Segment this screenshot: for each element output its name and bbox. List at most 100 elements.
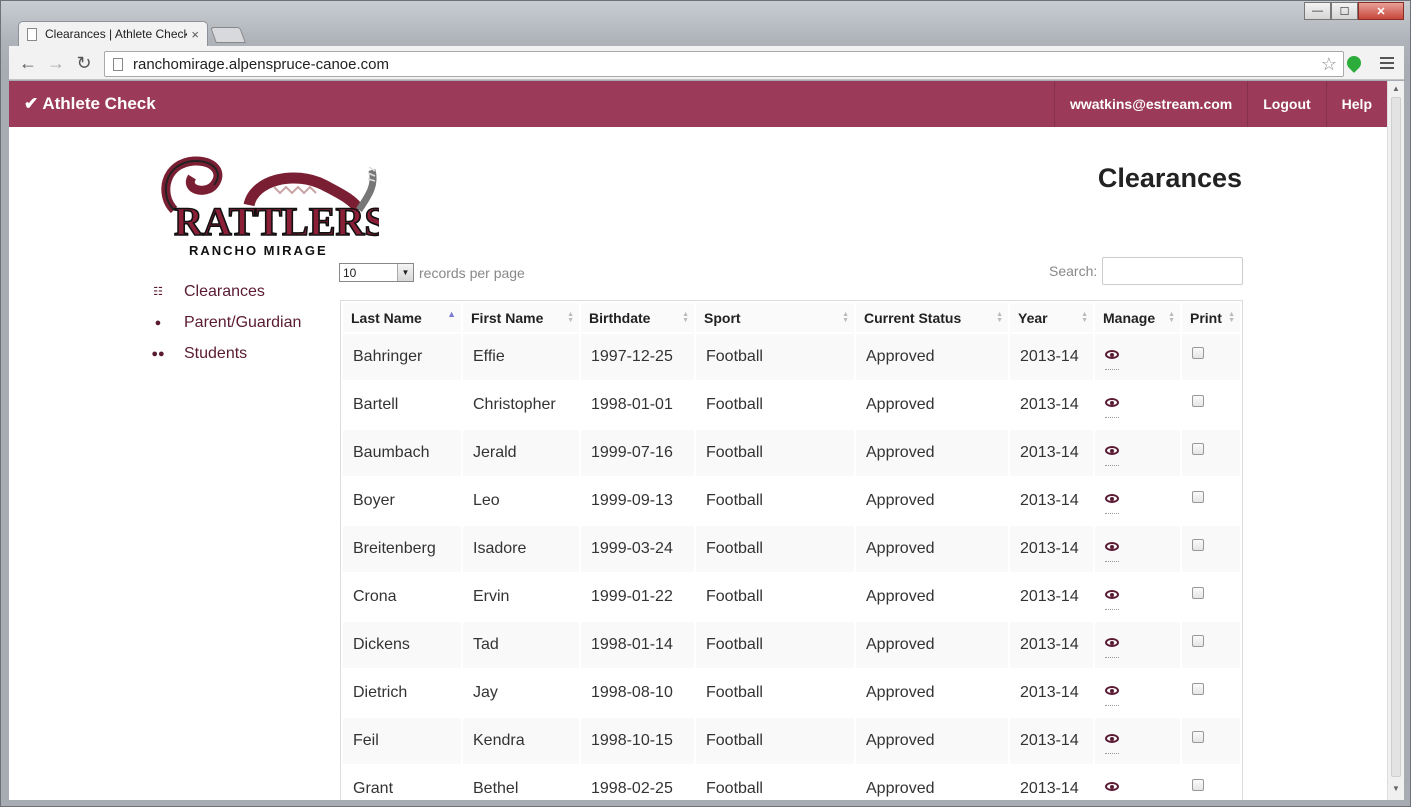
print-cell xyxy=(1182,430,1240,476)
records-per-page-control: 10 ▼ records per page xyxy=(339,263,525,282)
column-header-birthdate[interactable]: Birthdate ▲ ▼ xyxy=(581,303,694,332)
close-window-button[interactable]: ✕ xyxy=(1358,2,1404,20)
last-name-cell: Dietrich xyxy=(343,670,461,716)
manage-cell xyxy=(1095,526,1180,572)
print-checkbox[interactable] xyxy=(1192,395,1204,407)
table-row: Bahringer Effie 1997-12-25 Football Approved… xyxy=(343,334,1240,380)
page-icon xyxy=(27,27,37,41)
address-bar[interactable]: ranchomirage.alpenspruce-canoe.com ☆ xyxy=(104,51,1344,77)
user-email-link[interactable]: wwatkins@estream.com xyxy=(1053,81,1247,127)
back-icon[interactable]: ← xyxy=(17,52,39,74)
view-link[interactable] xyxy=(1105,732,1119,754)
table-row: Boyer Leo 1999-09-13 Football Approved 2013-1… xyxy=(343,478,1240,524)
print-checkbox[interactable] xyxy=(1192,539,1204,551)
last-name-cell: Feil xyxy=(343,718,461,764)
view-link[interactable] xyxy=(1105,444,1119,466)
vertical-scrollbar[interactable]: ▲ ▼ xyxy=(1387,81,1404,800)
column-header-current-status[interactable]: Current Status ▲ ▼ xyxy=(856,303,1008,332)
records-per-page-select[interactable]: 10 ▼ xyxy=(339,263,414,282)
last-name-cell: Boyer xyxy=(343,478,461,524)
bookmark-star-icon[interactable]: ☆ xyxy=(1321,54,1337,75)
help-link[interactable]: Help xyxy=(1325,81,1387,127)
last-name-cell: Bartell xyxy=(343,382,461,428)
minimize-button[interactable]: — xyxy=(1304,2,1331,20)
view-link[interactable] xyxy=(1105,588,1119,610)
print-cell xyxy=(1182,670,1240,716)
logout-link[interactable]: Logout xyxy=(1247,81,1325,127)
status-cell: Approved xyxy=(856,430,1008,476)
birthdate-cell: 1999-01-22 xyxy=(581,574,694,620)
column-header-print[interactable]: Print ▲ ▼ xyxy=(1182,303,1240,332)
print-checkbox[interactable] xyxy=(1192,731,1204,743)
sport-cell: Football xyxy=(696,526,854,572)
extension-icon[interactable] xyxy=(1344,53,1364,73)
print-checkbox[interactable] xyxy=(1192,491,1204,503)
browser-toolbar: ← → ↻ ranchomirage.alpenspruce-canoe.com… xyxy=(9,46,1404,80)
page-title: Clearances xyxy=(1097,163,1242,193)
new-tab-button[interactable] xyxy=(210,27,246,43)
sidebar-item-label: Parent/Guardian xyxy=(184,313,302,331)
first-name-cell: Jay xyxy=(463,670,579,716)
first-name-cell: Tad xyxy=(463,622,579,668)
sport-cell: Football xyxy=(696,766,854,800)
reload-icon[interactable]: ↻ xyxy=(73,52,95,74)
scroll-up-icon[interactable]: ▲ xyxy=(1392,84,1400,93)
eye-icon xyxy=(1105,638,1119,647)
sort-icon: ▲ ▼ xyxy=(567,311,574,324)
print-checkbox[interactable] xyxy=(1192,779,1204,791)
tab-close-icon[interactable]: × xyxy=(191,27,199,42)
browser-window: — ☐ ✕ Clearances | Athlete Check × ← → ↻… xyxy=(0,0,1411,807)
maximize-button[interactable]: ☐ xyxy=(1331,2,1358,20)
logo-text-main: RATTLERS xyxy=(174,199,379,244)
status-cell: Approved xyxy=(856,622,1008,668)
forward-icon[interactable]: → xyxy=(45,52,67,74)
first-name-cell: Kendra xyxy=(463,718,579,764)
sort-ascending-icon: ▲ xyxy=(447,309,456,319)
year-cell: 2013-14 xyxy=(1010,334,1093,380)
birthdate-cell: 1998-02-25 xyxy=(581,766,694,800)
print-checkbox[interactable] xyxy=(1192,347,1204,359)
eye-icon xyxy=(1105,350,1119,359)
print-checkbox[interactable] xyxy=(1192,587,1204,599)
column-header-manage[interactable]: Manage ▲ ▼ xyxy=(1095,303,1180,332)
scrollbar-thumb[interactable] xyxy=(1391,97,1401,777)
view-link[interactable] xyxy=(1105,540,1119,562)
brand-link[interactable]: ✔ Athlete Check xyxy=(24,94,156,114)
column-header-year[interactable]: Year ▲ ▼ xyxy=(1010,303,1093,332)
column-header-sport[interactable]: Sport ▲ ▼ xyxy=(696,303,854,332)
print-checkbox[interactable] xyxy=(1192,683,1204,695)
scroll-down-icon[interactable]: ▼ xyxy=(1392,784,1400,793)
print-checkbox[interactable] xyxy=(1192,635,1204,647)
sidebar-item-parent-guardian[interactable]: ● Parent/Guardian xyxy=(151,307,302,338)
logo-text-sub: RANCHO MIRAGE xyxy=(189,243,328,258)
sport-cell: Football xyxy=(696,670,854,716)
search-input[interactable] xyxy=(1102,257,1244,285)
menu-icon[interactable] xyxy=(1380,54,1394,72)
print-checkbox[interactable] xyxy=(1192,443,1204,455)
browser-tab[interactable]: Clearances | Athlete Check × xyxy=(18,21,208,46)
status-cell: Approved xyxy=(856,478,1008,524)
view-link[interactable] xyxy=(1105,348,1119,370)
sidebar-item-clearances[interactable]: ☷ Clearances xyxy=(151,276,301,307)
sort-icon: ▲ ▼ xyxy=(842,311,849,324)
column-header-last-name[interactable]: Last Name ▲ xyxy=(343,303,461,332)
sort-icon: ▲ ▼ xyxy=(1228,311,1235,324)
column-header-first-name[interactable]: First Name ▲ ▼ xyxy=(463,303,579,332)
birthdate-cell: 1998-08-10 xyxy=(581,670,694,716)
print-cell xyxy=(1182,334,1240,380)
view-link[interactable] xyxy=(1105,636,1119,658)
sidebar-nav: ☷ Clearances ● Parent/Guardian ●● Studen… xyxy=(151,276,301,369)
chevron-down-icon: ▼ xyxy=(397,264,413,281)
view-link[interactable] xyxy=(1105,492,1119,514)
sport-cell: Football xyxy=(696,382,854,428)
view-link[interactable] xyxy=(1105,396,1119,418)
view-link[interactable] xyxy=(1105,684,1119,706)
first-name-cell: Bethel xyxy=(463,766,579,800)
first-name-cell: Effie xyxy=(463,334,579,380)
table-row: Crona Ervin 1999-01-22 Football Approved 2013… xyxy=(343,574,1240,620)
view-link[interactable] xyxy=(1105,780,1119,800)
manage-cell xyxy=(1095,574,1180,620)
status-cell: Approved xyxy=(856,382,1008,428)
manage-cell xyxy=(1095,670,1180,716)
sidebar-item-students[interactable]: ●● Students xyxy=(151,338,301,369)
